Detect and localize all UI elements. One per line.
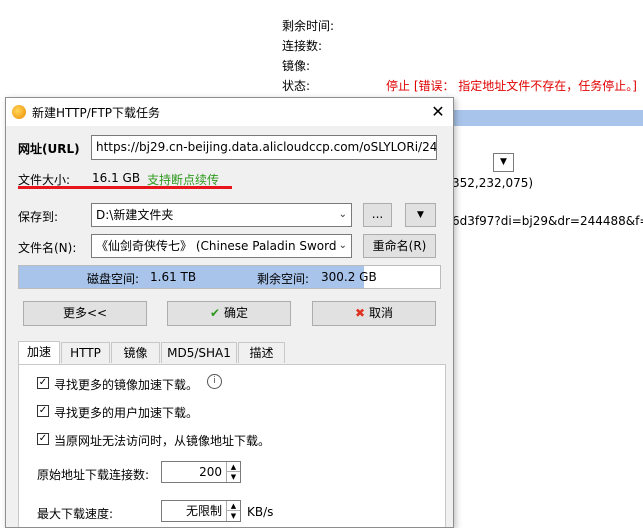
background-size-text: 352,232,075) <box>452 176 534 190</box>
disk-space-bar: 磁盘空间: 1.61 TB 剩余空间: 300.2 GB <box>18 265 441 289</box>
spin-down-icon[interactable]: ▼ <box>226 511 240 521</box>
fallback-mirror-label: 当原网址无法访问时，从镜像地址下载。 <box>54 434 271 448</box>
max-speed-label: 最大下载速度: <box>37 507 114 521</box>
filename-combo[interactable]: 《仙剑奇侠传七》 (Chinese Paladin Sword ⌄ <box>91 234 352 258</box>
spin-down-icon[interactable]: ▼ <box>226 472 240 482</box>
x-icon: ✖ <box>355 306 366 320</box>
chevron-down-icon[interactable]: ⌄ <box>336 235 347 257</box>
background-url-fragment: 6d3f97?di=bj29&dr=244488&f= <box>452 214 643 228</box>
info-icon[interactable]: i <box>207 374 222 389</box>
max-speed-spinner[interactable]: 无限制 ▲ ▼ <box>161 500 241 522</box>
connections-spinner[interactable]: 200 ▲ ▼ <box>161 461 241 483</box>
disk-space-label: 磁盘空间: <box>87 272 140 286</box>
spin-up-icon[interactable]: ▲ <box>226 501 240 511</box>
checkmark-icon: ✔ <box>210 306 221 320</box>
filename-value: 《仙剑奇侠传七》 (Chinese Paladin Sword <box>96 239 337 253</box>
tab-http[interactable]: HTTP <box>61 342 110 363</box>
browse-dropdown-button[interactable]: ▼ <box>405 203 436 227</box>
url-label: 网址(URL) <box>18 142 80 156</box>
spin-up-icon[interactable]: ▲ <box>226 462 240 472</box>
tab-mirrors[interactable]: 镜像 <box>111 342 160 363</box>
mirrors-label: 镜像: <box>282 59 311 73</box>
app-logo-icon <box>12 105 26 119</box>
disk-space-value: 1.61 TB <box>150 270 197 284</box>
tab-description[interactable]: 描述 <box>238 342 285 363</box>
connections-label: 连接数: <box>282 39 323 53</box>
find-users-checkbox[interactable]: ✓ <box>37 405 49 417</box>
background-progress-stripe <box>452 110 643 126</box>
filename-label: 文件名(N): <box>18 241 77 255</box>
connections-setting-label: 原始地址下载连接数: <box>37 468 150 482</box>
remaining-time-label: 剩余时间: <box>282 19 335 33</box>
close-icon[interactable]: ✕ <box>427 101 449 123</box>
file-size-value: 16.1 GB <box>92 171 141 185</box>
find-users-label: 寻找更多的用户加速下载。 <box>54 406 199 420</box>
cancel-button-label: 取消 <box>368 306 393 320</box>
save-to-combo[interactable]: D:\新建文件夹 ⌄ <box>91 203 352 227</box>
ok-button-label: 确定 <box>223 306 248 320</box>
speed-unit-label: KB/s <box>247 505 274 519</box>
max-speed-value: 无限制 <box>185 504 222 518</box>
url-input[interactable]: https://bj29.cn-beijing.data.alicloudccp… <box>91 135 437 160</box>
speedup-panel: ✓ 寻找更多的镜像加速下载。 i ✓ 寻找更多的用户加速下载。 ✓ 当原网址无法… <box>18 364 446 527</box>
dialog-titlebar[interactable]: 新建HTTP/FTP下载任务 ✕ <box>6 98 453 126</box>
dropdown-arrow-icon: ▼ <box>417 210 424 220</box>
tab-md5-sha1[interactable]: MD5/SHA1 <box>161 342 237 363</box>
free-space-label: 剩余空间: <box>257 272 310 286</box>
tab-speedup[interactable]: 加速 <box>18 341 60 364</box>
find-mirrors-checkbox[interactable]: ✓ <box>37 377 49 389</box>
rename-button[interactable]: 重命名(R) <box>363 234 436 258</box>
more-button[interactable]: 更多<< <box>23 301 147 326</box>
save-to-value: D:\新建文件夹 <box>96 208 174 222</box>
find-mirrors-label: 寻找更多的镜像加速下载。 <box>54 378 199 392</box>
background-dropdown[interactable]: ▼ <box>493 153 514 172</box>
annotation-underline <box>18 186 232 189</box>
status-error-text: 停止 [错误： 指定地址文件不存在，任务停止。] <box>386 79 637 93</box>
free-space-value: 300.2 GB <box>321 270 377 284</box>
dialog-title: 新建HTTP/FTP下载任务 <box>32 106 161 120</box>
status-label: 状态: <box>282 79 311 93</box>
ok-button[interactable]: ✔ 确定 <box>167 301 291 326</box>
new-download-dialog: 新建HTTP/FTP下载任务 ✕ 网址(URL) https://bj29.cn… <box>5 97 454 528</box>
fallback-mirror-checkbox[interactable]: ✓ <box>37 433 49 445</box>
save-to-label: 保存到: <box>18 210 59 224</box>
chevron-down-icon[interactable]: ⌄ <box>339 204 347 226</box>
browse-button[interactable]: ... <box>363 203 392 227</box>
connections-value: 200 <box>199 465 222 479</box>
cancel-button[interactable]: ✖ 取消 <box>312 301 436 326</box>
